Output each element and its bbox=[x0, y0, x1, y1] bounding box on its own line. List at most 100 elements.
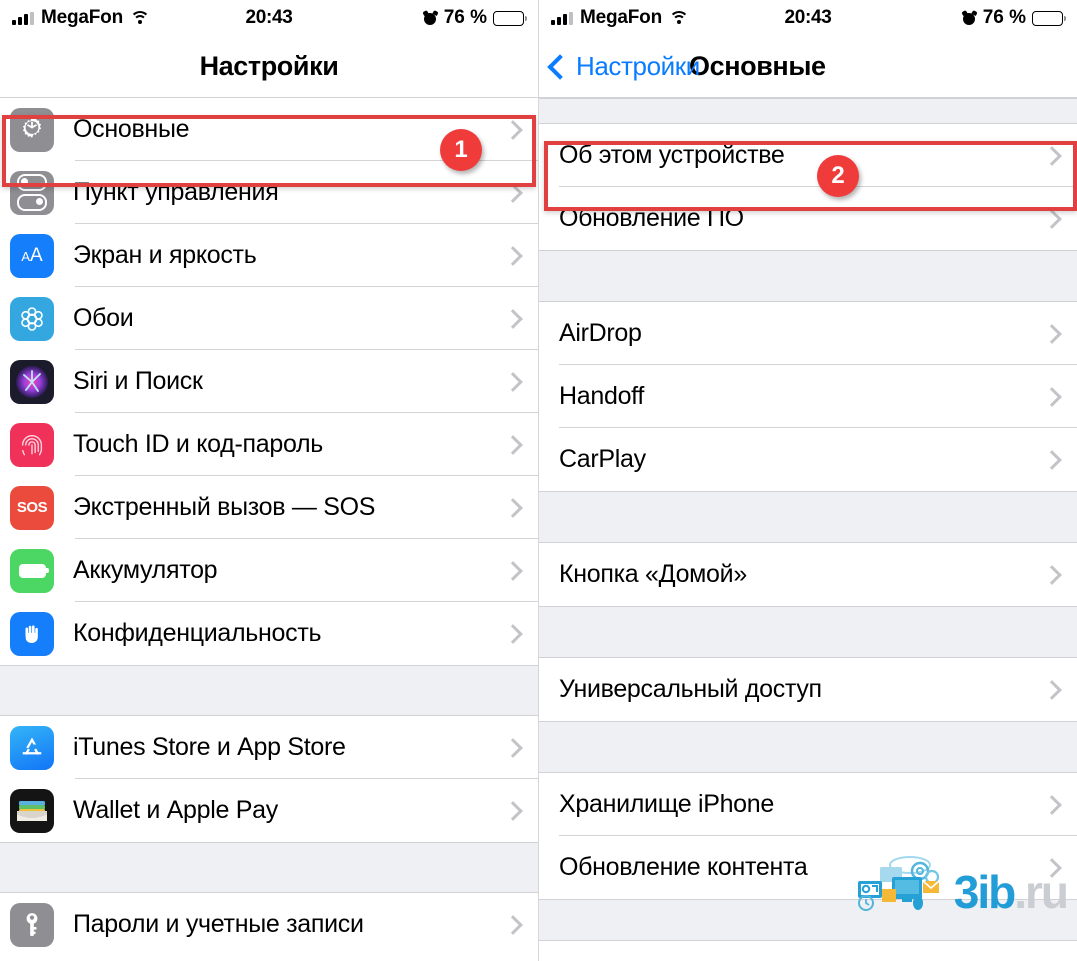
sidebar-item-itunes-app-store[interactable]: iTunes Store и App Store bbox=[0, 716, 538, 779]
battery-icon bbox=[1032, 10, 1067, 26]
sidebar-item-label: Основные bbox=[73, 115, 190, 143]
right-phone-screen: MegaFon 20:43 76 % Настройки Основные Об… bbox=[539, 0, 1077, 961]
sidebar-item-label: Экстренный вызов — SOS bbox=[73, 493, 376, 521]
status-bar-right-group: 76 % bbox=[422, 7, 528, 29]
sidebar-item-display-brightness[interactable]: AA Экран и яркость bbox=[0, 224, 538, 287]
sidebar-item-label: iTunes Store и App Store bbox=[73, 733, 346, 761]
group-gap bbox=[0, 665, 538, 716]
sidebar-item-wallpaper[interactable]: Обои bbox=[0, 287, 538, 350]
chevron-right-icon bbox=[1042, 386, 1062, 407]
back-button[interactable]: Настройки bbox=[547, 51, 700, 82]
page-title: Настройки bbox=[199, 51, 339, 81]
list-item-accessibility[interactable]: Универсальный доступ bbox=[539, 658, 1077, 721]
sidebar-item-label: Пункт управления bbox=[73, 178, 279, 206]
settings-group-1: Основные Пункт управления AA Экран и ярк… bbox=[0, 98, 538, 665]
list-item-label: Обновление ПО bbox=[559, 204, 744, 232]
back-button-label: Настройки bbox=[576, 51, 700, 81]
chevron-right-icon bbox=[503, 371, 523, 392]
sidebar-item-label: Siri и Поиск bbox=[73, 367, 203, 395]
chevron-right-icon bbox=[1042, 564, 1062, 585]
sidebar-item-label: Аккумулятор bbox=[73, 556, 218, 584]
general-group-2: AirDrop Handoff CarPlay bbox=[539, 302, 1077, 491]
sidebar-item-privacy[interactable]: Конфиденциальность bbox=[0, 602, 538, 665]
battery-icon bbox=[493, 10, 528, 26]
chevron-right-icon bbox=[1042, 145, 1062, 166]
dual-screenshot-container: MegaFon 20:43 76 % Настройки Основные Пу… bbox=[0, 0, 1077, 961]
chevron-left-icon bbox=[547, 53, 573, 80]
app-store-icon bbox=[10, 725, 54, 770]
sidebar-item-label: Конфиденциальность bbox=[73, 619, 322, 647]
step-badge-1: 1 bbox=[440, 129, 482, 171]
watermark-devices-icon bbox=[857, 856, 940, 911]
chevron-right-icon bbox=[1042, 323, 1062, 344]
list-item-about[interactable]: Об этом устройстве bbox=[539, 124, 1077, 187]
settings-group-3: Пароли и учетные записи bbox=[0, 893, 538, 956]
list-item-label: Handoff bbox=[559, 382, 645, 410]
sidebar-item-siri-search[interactable]: Siri и Поиск bbox=[0, 350, 538, 413]
general-group-4: Универсальный доступ bbox=[539, 658, 1077, 721]
group-gap bbox=[539, 606, 1077, 658]
chevron-right-icon bbox=[1042, 449, 1062, 470]
status-bar-left: MegaFon 20:43 76 % bbox=[0, 0, 538, 36]
list-item-label: Обновление контента bbox=[559, 853, 808, 881]
alarm-icon bbox=[422, 9, 439, 26]
left-phone-screen: MegaFon 20:43 76 % Настройки Основные Пу… bbox=[0, 0, 539, 961]
sidebar-item-emergency-sos[interactable]: SOS Экстренный вызов — SOS bbox=[0, 476, 538, 539]
wallpaper-icon bbox=[10, 296, 54, 341]
chevron-right-icon bbox=[1042, 208, 1062, 229]
sidebar-item-wallet-apple-pay[interactable]: Wallet и Apple Pay bbox=[0, 779, 538, 842]
sidebar-item-label: Пароли и учетные записи bbox=[73, 910, 364, 938]
touch-id-icon bbox=[10, 422, 54, 467]
chevron-right-icon bbox=[503, 497, 523, 518]
step-badge-2: 2 bbox=[817, 155, 859, 197]
group-gap bbox=[0, 842, 538, 893]
list-item-label: CarPlay bbox=[559, 445, 646, 473]
group-gap bbox=[539, 491, 1077, 543]
list-item-label: AirDrop bbox=[559, 319, 642, 347]
wallet-icon bbox=[10, 788, 54, 833]
key-icon bbox=[10, 902, 54, 947]
nav-bar-left: Настройки bbox=[0, 36, 538, 98]
general-group-3: Кнопка «Домой» bbox=[539, 543, 1077, 606]
sos-icon: SOS bbox=[10, 485, 54, 530]
list-item-iphone-storage[interactable]: Хранилище iPhone bbox=[539, 773, 1077, 836]
site-watermark: 3ib.ru bbox=[852, 851, 1069, 915]
nav-bar-right: Настройки Основные bbox=[539, 36, 1077, 98]
list-item-airdrop[interactable]: AirDrop bbox=[539, 302, 1077, 365]
list-item-carplay[interactable]: CarPlay bbox=[539, 428, 1077, 491]
sidebar-item-label: Touch ID и код-пароль bbox=[73, 430, 324, 458]
list-item-software-update[interactable]: Обновление ПО bbox=[539, 187, 1077, 250]
group-gap bbox=[539, 250, 1077, 302]
battery-settings-icon bbox=[10, 548, 54, 593]
control-center-icon bbox=[10, 170, 54, 215]
settings-list-left: Основные Пункт управления AA Экран и ярк… bbox=[0, 98, 538, 956]
watermark-secondary: .ru bbox=[1014, 865, 1069, 918]
sidebar-item-battery[interactable]: Аккумулятор bbox=[0, 539, 538, 602]
battery-percent-label: 76 % bbox=[982, 7, 1026, 28]
siri-icon bbox=[10, 359, 54, 404]
chevron-right-icon bbox=[1042, 794, 1062, 815]
watermark-text: 3ib.ru bbox=[954, 869, 1069, 915]
sidebar-item-touch-id[interactable]: Touch ID и код-пароль bbox=[0, 413, 538, 476]
settings-group-2: iTunes Store и App Store Wallet и Apple … bbox=[0, 716, 538, 842]
page-title: Основные bbox=[689, 51, 826, 81]
sidebar-item-passwords-accounts[interactable]: Пароли и учетные записи bbox=[0, 893, 538, 956]
list-item-label: Хранилище iPhone bbox=[559, 790, 774, 818]
display-brightness-icon: AA bbox=[10, 233, 54, 278]
list-item-home-button[interactable]: Кнопка «Домой» bbox=[539, 543, 1077, 606]
chevron-right-icon bbox=[503, 800, 523, 821]
list-item-handoff[interactable]: Handoff bbox=[539, 365, 1077, 428]
sidebar-item-label: Wallet и Apple Pay bbox=[73, 796, 278, 824]
status-bar-right: MegaFon 20:43 76 % bbox=[539, 0, 1077, 36]
battery-percent-label: 76 % bbox=[443, 7, 487, 28]
chevron-right-icon bbox=[503, 737, 523, 758]
group-gap bbox=[539, 98, 1077, 124]
chevron-right-icon bbox=[1042, 679, 1062, 700]
list-item-label: Кнопка «Домой» bbox=[559, 560, 747, 588]
privacy-hand-icon bbox=[10, 611, 54, 656]
group-gap bbox=[539, 721, 1077, 773]
chevron-right-icon bbox=[503, 182, 523, 203]
alarm-icon bbox=[961, 9, 978, 26]
chevron-right-icon bbox=[503, 434, 523, 455]
general-group-1: Об этом устройстве Обновление ПО bbox=[539, 124, 1077, 250]
